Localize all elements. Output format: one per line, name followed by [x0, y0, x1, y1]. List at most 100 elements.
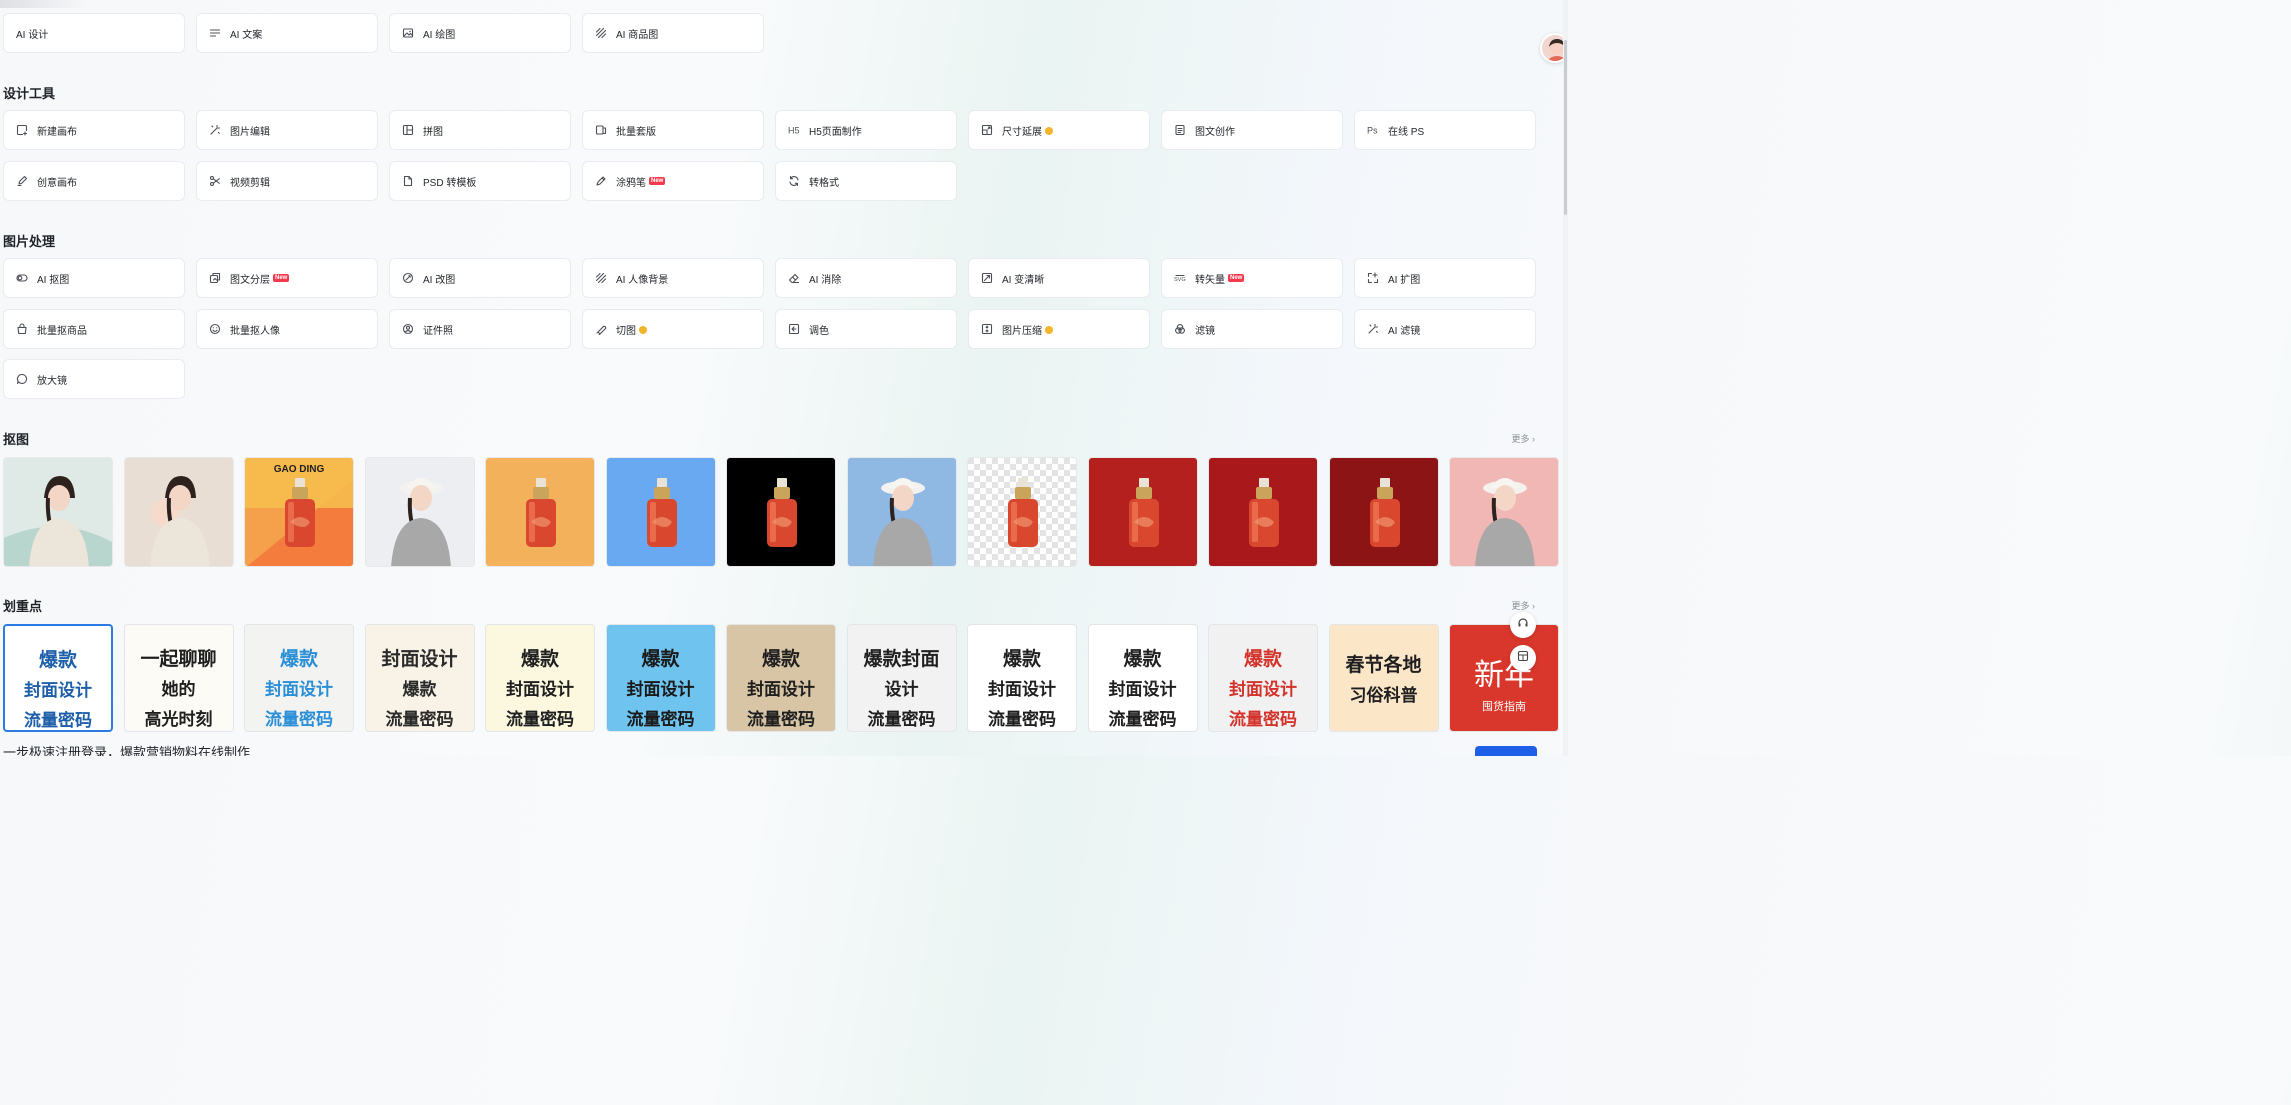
design-tool-8-card[interactable]: Ps 在线 PS — [1354, 110, 1536, 150]
template-tile[interactable]: 爆款封面设计流量密码 — [1087, 624, 1198, 732]
design-tool-b-2-card[interactable]: 视频剪辑 — [196, 161, 378, 201]
image-tool-4-card[interactable]: AI 人像背景 — [582, 258, 764, 298]
image-tool-6-card[interactable]: AI 变清晰 — [968, 258, 1150, 298]
ai-tool-3-label: AI 绘图 — [423, 29, 456, 41]
cutout-thumbnail[interactable] — [364, 457, 475, 567]
enhance-icon — [981, 272, 993, 284]
tile-text-line: 习俗科普 — [1349, 685, 1418, 706]
design-tool-b-1-label: 创意画布 — [37, 177, 77, 189]
template-tile[interactable]: 爆款封面设计流量密码 — [1208, 624, 1318, 732]
cutout-more-link[interactable]: 更多 › — [1511, 432, 1535, 445]
grid-panel-icon — [1517, 649, 1529, 667]
template-tile[interactable]: 爆款封面设计流量密码 — [967, 624, 1077, 732]
image-tool-b-8-card[interactable]: AI 滤镜 — [1354, 309, 1536, 349]
design-tool-5-card[interactable]: H5 H5页面制作 — [775, 110, 957, 150]
template-tile[interactable]: 爆款封面设计流量密码 — [726, 624, 836, 732]
design-tool-6-card[interactable]: 尺寸延展 — [968, 110, 1150, 150]
svg-text:H5: H5 — [788, 126, 800, 136]
template-tile[interactable]: 爆款封面设计流量密码 — [485, 624, 595, 732]
image-tool-7-card[interactable]: SVG 转矢量 New — [1161, 258, 1343, 298]
ai-tool-4-card[interactable]: AI 商品图 — [582, 13, 764, 53]
image-tool-2-label: 图文分层 — [230, 274, 270, 286]
image-tool-1-card[interactable]: AI 抠图 — [3, 258, 185, 298]
design-tool-b-4-card[interactable]: 涂鸦笔 New — [582, 161, 764, 201]
design-tool-b-1-card[interactable]: 创意画布 — [3, 161, 185, 201]
new-canvas-icon — [16, 124, 28, 136]
cutout-thumbnail[interactable] — [846, 457, 957, 567]
design-tool-4-card[interactable]: 批量套版 — [582, 110, 764, 150]
image-tool-c-1-card[interactable]: 放大镜 — [3, 359, 185, 399]
register-banner-text: 一步极速注册登录，爆款营销物料在线制作 — [3, 745, 251, 756]
page-scrollbar-thumb[interactable] — [1564, 40, 1567, 215]
image-tool-5-card[interactable]: AI 消除 — [775, 258, 957, 298]
diagonal-lines-icon — [595, 27, 607, 39]
template-tile[interactable]: 春节各地 习俗科普 — [1328, 624, 1439, 732]
cutout-thumbnail[interactable] — [967, 457, 1077, 567]
image-tool-b-6-card[interactable]: 图片压缩 — [968, 309, 1150, 349]
layout-toggle-button[interactable] — [1510, 645, 1536, 671]
template-tile[interactable]: 封面设计 爆款 流量密码 — [364, 624, 475, 732]
cutout-thumbnail[interactable] — [1328, 457, 1439, 567]
ai-tool-1-card[interactable]: AI 设计 — [3, 13, 185, 53]
template-tile[interactable]: 爆款封面设计流量密码 — [244, 624, 354, 732]
template-tile[interactable]: 新年 囤货指南 — [1449, 624, 1559, 732]
tile-text-line: 爆款 — [279, 647, 318, 670]
image-tool-3-label: AI 改图 — [423, 274, 456, 286]
image-tool-b-1-card[interactable]: 批量抠商品 — [3, 309, 185, 349]
tile-text-line: 她的 — [161, 679, 196, 700]
text-lines-icon — [209, 27, 221, 39]
design-tool-2-card[interactable]: 图片编辑 — [196, 110, 378, 150]
design-tool-7-card[interactable]: 图文创作 — [1161, 110, 1343, 150]
tile-text-line: 封面设计 — [381, 647, 458, 670]
register-button[interactable] — [1475, 746, 1537, 756]
template-tile[interactable]: 一起聊聊 她的 高光时刻 — [123, 624, 234, 732]
image-tool-3-card[interactable]: AI 改图 — [389, 258, 571, 298]
cutout-thumbnail[interactable] — [726, 457, 836, 567]
new-badge: New — [649, 177, 666, 185]
design-tool-5-label: H5页面制作 — [809, 126, 862, 138]
image-tool-6-label: AI 变清晰 — [1002, 274, 1045, 286]
cutout-thumbnail[interactable] — [605, 457, 716, 567]
image-tool-2-card[interactable]: 图文分层 New — [196, 258, 378, 298]
design-tool-b-5-card[interactable]: 转格式 — [775, 161, 957, 201]
cutout-thumbnail[interactable] — [1087, 457, 1198, 567]
design-tool-1-card[interactable]: 新建画布 — [3, 110, 185, 150]
thumbnail-image — [4, 458, 112, 566]
design-tool-3-card[interactable]: 拼图 — [389, 110, 571, 150]
tile-text-line: 封面设计 — [1229, 679, 1297, 700]
image-tool-b-4-card[interactable]: 切图 — [582, 309, 764, 349]
palette-icon — [788, 323, 800, 335]
customer-service-button[interactable] — [1510, 612, 1536, 638]
cutout-thumbnail[interactable] — [123, 457, 234, 567]
template-tile[interactable]: 爆款封面设计流量密码 — [605, 624, 716, 732]
tile-text-line: 封面设计 — [747, 679, 815, 700]
highlight-more-link[interactable]: 更多 › — [1511, 599, 1535, 612]
grid-icon — [402, 124, 414, 136]
cutout-thumbnail[interactable] — [1449, 457, 1559, 567]
headset-icon — [1517, 616, 1529, 634]
image-tool-b-7-card[interactable]: 滤镜 — [1161, 309, 1343, 349]
image-tool-b-7-label: 滤镜 — [1195, 325, 1215, 337]
image-tool-b-1-label: 批量抠商品 — [37, 325, 87, 337]
tile-text-line: 春节各地 — [1345, 653, 1422, 676]
design-tool-b-3-card[interactable]: PSD 转模板 — [389, 161, 571, 201]
ai-tool-2-card[interactable]: AI 文案 — [196, 13, 378, 53]
cutout-thumbnail[interactable]: GAO DING — [244, 457, 354, 567]
tile-text-line: 封面设计 — [24, 680, 92, 701]
image-tool-b-3-card[interactable]: 证件照 — [389, 309, 571, 349]
template-tile[interactable]: 爆款封面设计流量密码 — [3, 624, 113, 732]
cutout-thumbnail[interactable] — [485, 457, 595, 567]
image-tool-4-label: AI 人像背景 — [616, 274, 669, 286]
image-tool-b-5-card[interactable]: 调色 — [775, 309, 957, 349]
tile-text-line: 高光时刻 — [144, 709, 213, 730]
image-tool-b-8-label: AI 滤镜 — [1388, 325, 1421, 337]
template-tile[interactable]: 爆款封面设计流量密码 — [846, 624, 957, 732]
thumbnail-image — [968, 458, 1076, 566]
image-tool-8-card[interactable]: AI 扩图 — [1354, 258, 1536, 298]
image-tool-b-2-card[interactable]: 批量抠人像 — [196, 309, 378, 349]
tile-text-line: 爆款 — [1243, 647, 1282, 670]
cutout-thumbnail[interactable] — [3, 457, 113, 567]
tile-text-line: 流量密码 — [747, 709, 815, 730]
ai-tool-3-card[interactable]: AI 绘图 — [389, 13, 571, 53]
cutout-thumbnail[interactable] — [1208, 457, 1318, 567]
